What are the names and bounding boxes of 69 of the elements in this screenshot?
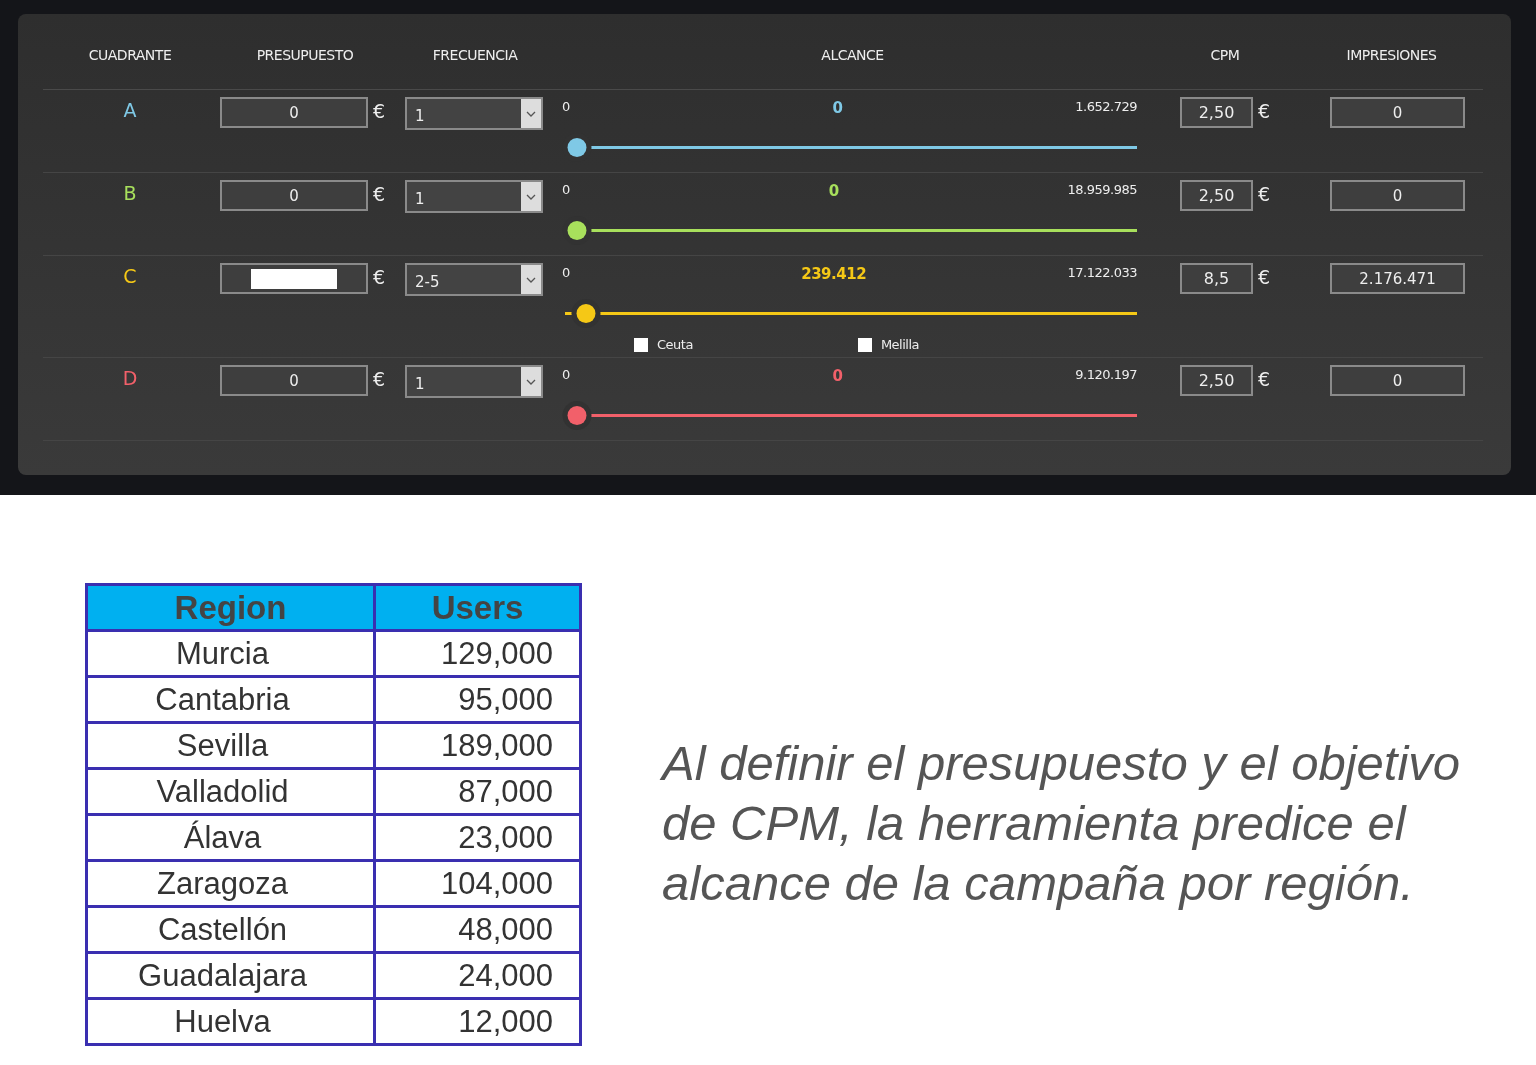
budget-field[interactable]: 0 [220, 365, 368, 396]
column-header: CPM [1150, 14, 1300, 90]
table-cell: 24,000 [374, 952, 581, 999]
table-cell: 95,000 [374, 676, 581, 723]
table-header: Users [374, 584, 581, 631]
range-max: 18.959.985 [1067, 182, 1137, 197]
euro-sign: € [1258, 182, 1271, 207]
table-cell: Zaragoza [86, 860, 375, 907]
table-cell: Valladolid [86, 768, 375, 815]
table-cell: Murcia [86, 630, 375, 677]
table-cell: Guadalajara [86, 952, 375, 999]
table-cell: 23,000 [374, 814, 581, 861]
caption-text: Al definir el presupuesto y el objetivo de CPM, la herramienta predice el alcance de la campaña por región. [662, 735, 1462, 912]
table-cell: Sevilla [86, 722, 375, 769]
table-cell: 12,000 [374, 998, 581, 1045]
reach-value: 0 [828, 182, 839, 200]
column-header: FRECUENCIA [395, 14, 555, 90]
range-max: 9.120.197 [1075, 367, 1137, 382]
cpm-field[interactable]: 2,50 [1180, 180, 1253, 211]
frequency-dropdown[interactable]: 2-5 [405, 263, 543, 296]
budget-field[interactable]: 0 [220, 180, 368, 211]
reach-value: 239.412 [801, 265, 867, 283]
reach-value: 0 [832, 367, 843, 385]
budget-field[interactable] [220, 263, 368, 294]
table-cell: 104,000 [374, 860, 581, 907]
checkbox[interactable]: Ceuta [634, 337, 693, 352]
frequency-dropdown[interactable]: 1 [405, 365, 543, 398]
cpm-field[interactable]: 2,50 [1180, 97, 1253, 128]
euro-sign: € [1258, 265, 1271, 290]
range-max: 1.652.729 [1075, 99, 1137, 114]
range-min: 0 [562, 265, 570, 280]
column-header: PRESUPUESTO [215, 14, 395, 90]
cpm-field[interactable]: 8,5 [1180, 263, 1253, 294]
range-min: 0 [562, 182, 570, 197]
frequency-dropdown[interactable]: 1 [405, 97, 543, 130]
frequency-dropdown[interactable]: 1 [405, 180, 543, 213]
table-cell: 87,000 [374, 768, 581, 815]
euro-sign: € [373, 99, 386, 124]
table-header: Region [86, 584, 375, 631]
quadrant-label: B [123, 181, 137, 206]
table-cell: 48,000 [374, 906, 581, 953]
euro-sign: € [1258, 99, 1271, 124]
euro-sign: € [373, 182, 386, 207]
reach-value: 0 [832, 99, 843, 117]
range-max: 17.122.033 [1067, 265, 1137, 280]
quadrant-label: A [123, 98, 137, 123]
table-cell: Álava [86, 814, 375, 861]
impressions-field[interactable]: 0 [1330, 365, 1465, 396]
column-header: ALCANCE [555, 14, 1150, 90]
table-cell: 129,000 [374, 630, 581, 677]
quadrant-label: C [123, 264, 137, 289]
euro-sign: € [1258, 367, 1271, 392]
column-header: CUADRANTE [43, 14, 215, 90]
column-header: IMPRESIONES [1300, 14, 1483, 90]
euro-sign: € [373, 367, 386, 392]
range-min: 0 [562, 367, 570, 382]
impressions-field[interactable]: 0 [1330, 180, 1465, 211]
table-cell: 189,000 [374, 722, 581, 769]
euro-sign: € [373, 265, 386, 290]
budget-field[interactable]: 0 [220, 97, 368, 128]
range-min: 0 [562, 99, 570, 114]
cpm-field[interactable]: 2,50 [1180, 365, 1253, 396]
table-cell: Cantabria [86, 676, 375, 723]
impressions-field[interactable]: 2.176.471 [1330, 263, 1465, 294]
quadrant-label: D [122, 366, 138, 391]
checkbox[interactable]: Melilla [857, 337, 920, 352]
table-cell: Castellón [86, 906, 375, 953]
table-cell: Huelva [86, 998, 375, 1045]
impressions-field[interactable]: 0 [1330, 97, 1465, 128]
